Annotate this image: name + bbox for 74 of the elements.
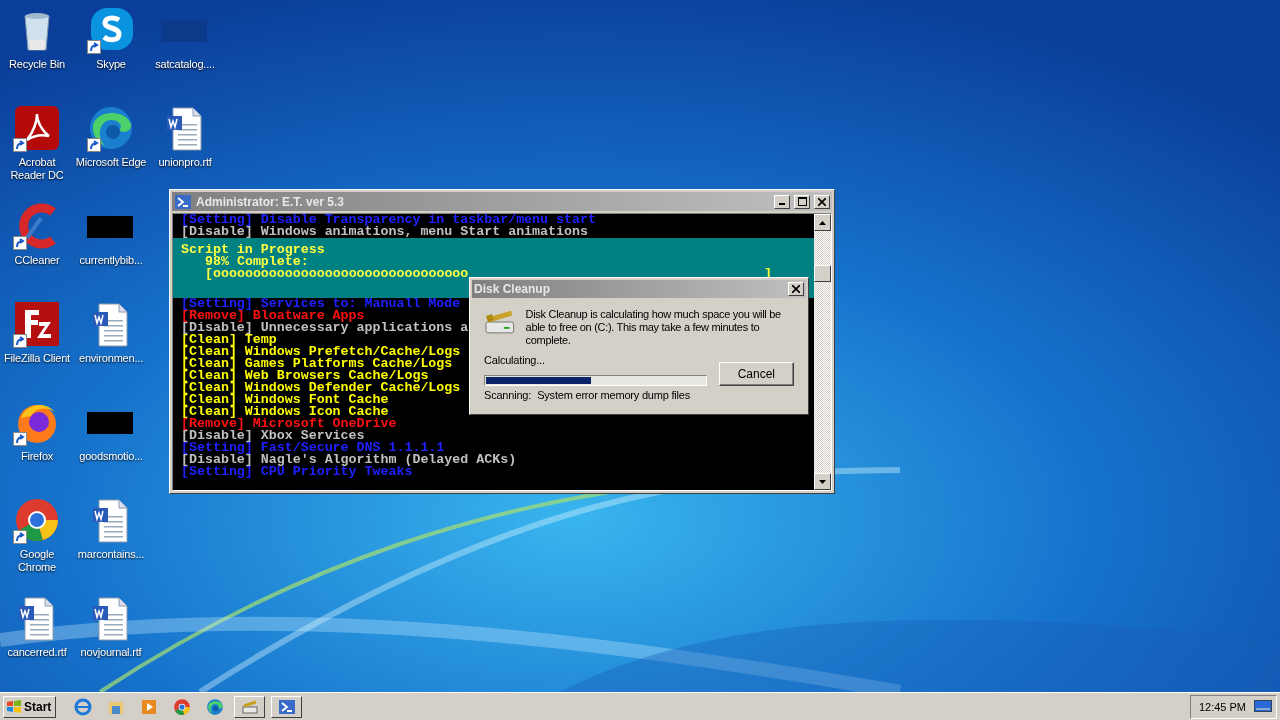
windows-flag-icon: [6, 699, 22, 714]
console-line: [Clean] Windows Prefetch/Cache/Logs: [180, 346, 461, 358]
icon-label[interactable]: novjournal.rtf: [80, 646, 142, 659]
disk-brush-icon: [484, 308, 516, 336]
icon-label[interactable]: unionpro.rtf: [158, 156, 212, 169]
edge-icon[interactable]: [87, 104, 135, 152]
console-line: [Disable] Windows animations, menu Start animations: [180, 226, 588, 238]
icon-label[interactable]: Microsoft Edge: [75, 156, 147, 169]
console-line: [Clean] Web Browsers Cache/Logs: [180, 370, 429, 382]
task-button[interactable]: [271, 695, 303, 718]
scroll-down-button[interactable]: [814, 473, 831, 490]
progress-title: Script in Progress: [180, 244, 326, 256]
close-icon: [818, 197, 826, 206]
console-line: [Clean] Windows Icon Cache: [180, 406, 389, 418]
icon-label[interactable]: satcatalog....: [155, 58, 215, 71]
console-line: [Setting] Disable Transparency in taskbar/menu start: [180, 214, 596, 226]
close-button[interactable]: [788, 282, 804, 296]
scroll-up-button[interactable]: [814, 214, 831, 231]
console-line: [Clean] Games Platforms Cache/Logs: [180, 358, 453, 370]
maximize-button[interactable]: [794, 194, 810, 209]
console-line: [Setting] CPU Priority Tweaks: [180, 466, 413, 478]
close-button[interactable]: [814, 194, 830, 209]
monitor-icon[interactable]: [1254, 699, 1272, 714]
start-button[interactable]: Start: [3, 695, 57, 718]
clock: 12:45 PM: [1198, 700, 1246, 713]
icon-label[interactable]: Acrobat Reader DC: [0, 156, 74, 182]
dialog-message: Disk Cleanup is calculating how much space you will be able to free on (C:). This may take a few minutes to complete.: [525, 308, 782, 347]
filezilla-icon[interactable]: [13, 300, 61, 348]
minimize-button[interactable]: [774, 194, 790, 209]
scanning-item: System error memory dump files: [537, 389, 691, 401]
minimize-icon: [779, 203, 785, 205]
scroll-thumb[interactable]: [814, 265, 831, 282]
edge-icon[interactable]: [206, 697, 225, 716]
dialog-title: Disk Cleanup: [474, 282, 552, 296]
disk-brush-icon: [240, 698, 259, 715]
console-line: [Setting] Services to: Manuall Mode: [180, 298, 461, 310]
icon-label[interactable]: Google Chrome: [0, 548, 74, 574]
icon-label[interactable]: CCleaner: [14, 254, 60, 267]
icon-label[interactable]: currentlybib...: [79, 254, 143, 267]
icon-label[interactable]: cancerred.rtf: [7, 646, 67, 659]
console-line: [Remove] Microsoft OneDrive: [180, 418, 397, 430]
cancel-button[interactable]: Cancel: [718, 362, 794, 386]
icon-label[interactable]: goodsmotio...: [79, 450, 143, 463]
console-line: [Remove] Bloatware Apps: [180, 310, 365, 322]
chrome-icon[interactable]: [173, 697, 192, 716]
console-line: [Clean] Windows Font Cache: [180, 394, 389, 406]
scanning-label: Scanning:: [484, 389, 532, 401]
close-icon: [792, 285, 800, 293]
task-button[interactable]: [234, 695, 266, 718]
down-arrow-icon: [819, 479, 826, 484]
up-arrow-icon: [819, 220, 826, 225]
browser-e-icon[interactable]: [74, 697, 93, 716]
progress-text: [oooooooooooooooooooooooooooooooo: [205, 268, 469, 280]
console-line: [Clean] Temp: [180, 334, 277, 346]
icon-label[interactable]: marcontains...: [77, 548, 145, 561]
acrobat-icon[interactable]: [13, 104, 61, 152]
icon-label[interactable]: Firefox: [20, 450, 54, 463]
console-line: [Setting] Fast/Secure DNS 1.1.1.1: [180, 442, 445, 454]
console-line: [Clean] Windows Defender Cache/Logs: [180, 382, 461, 394]
prompt-icon: [174, 193, 192, 210]
play-icon[interactable]: [140, 697, 159, 716]
chrome-icon[interactable]: [13, 496, 61, 544]
status-text: Calculating...: [484, 354, 546, 366]
icon-label[interactable]: environmen...: [78, 352, 143, 365]
icon-label[interactable]: FileZilla Client: [4, 352, 70, 365]
window-title: Administrator: E.T. ver 5.3: [196, 194, 346, 209]
console-line: [Disable] Xbox Services: [180, 430, 365, 442]
icon-label[interactable]: Recycle Bin: [9, 58, 65, 71]
console-line: [Disable] Nagle's Algorithm (Delayed ACKs): [180, 454, 517, 466]
maximize-icon: [797, 197, 807, 206]
icon-label[interactable]: Skype: [96, 58, 126, 71]
progress-percent: 98% Complete:: [205, 256, 309, 268]
prompt-icon: [277, 698, 296, 715]
console-line: [Disable] Unnecessary applications a: [180, 322, 469, 334]
